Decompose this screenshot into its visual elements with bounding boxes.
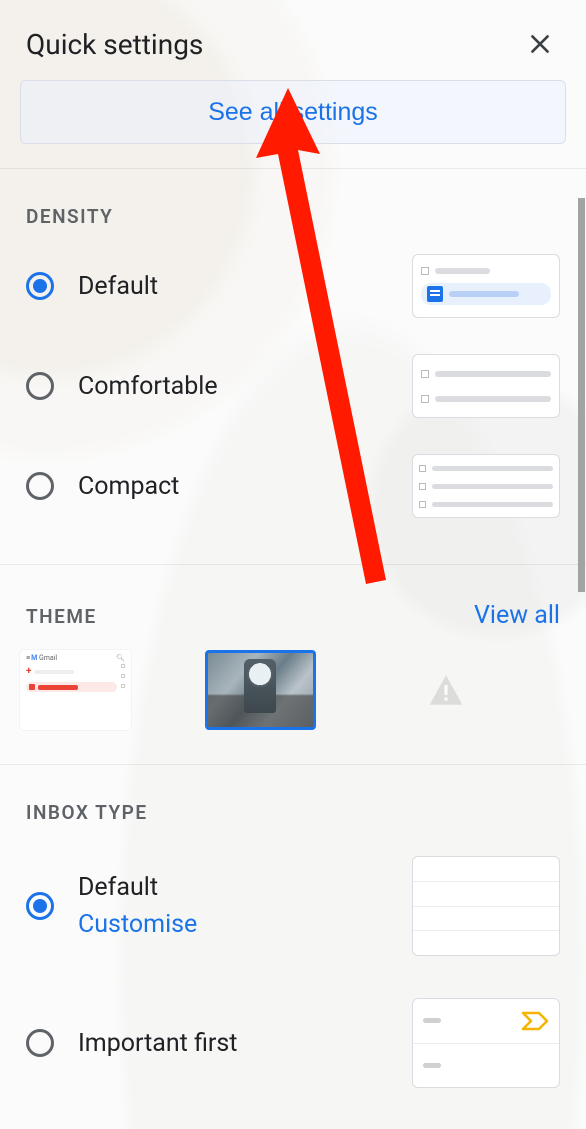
inbox-preview-important [412, 998, 560, 1088]
section-title-inbox-type: INBOX TYPE [26, 801, 148, 824]
theme-view-all-link[interactable]: View all [474, 601, 560, 630]
theme-option-placeholder[interactable] [390, 650, 501, 730]
radio-icon [26, 372, 54, 400]
alert-triangle-icon [426, 672, 466, 708]
search-icon: 🔍︎ [116, 654, 125, 662]
inbox-customise-link[interactable]: Customise [78, 910, 388, 939]
see-all-container: See all settings [0, 80, 586, 168]
scrollbar-thumb[interactable] [578, 198, 585, 592]
quick-settings-panel: Quick settings See all settings DENSITY … [0, 0, 586, 1129]
section-title-theme: THEME [26, 605, 97, 628]
panel-header: Quick settings [0, 0, 586, 80]
theme-option-current[interactable] [205, 650, 316, 730]
inbox-label: Important first [78, 1029, 388, 1058]
close-icon [527, 31, 553, 57]
section-density: DENSITY Default Comfortable Compact [0, 168, 586, 564]
theme-option-light[interactable]: ≡ M Gmail 🔍︎ + [20, 650, 131, 730]
density-option-compact[interactable]: Compact [0, 436, 586, 536]
radio-icon [26, 472, 54, 500]
density-option-comfortable[interactable]: Comfortable [0, 336, 586, 436]
radio-icon [26, 1029, 54, 1057]
inbox-option-important-first[interactable]: Important first [0, 980, 586, 1112]
density-preview-comfortable [412, 354, 560, 418]
radio-icon [26, 272, 54, 300]
inbox-preview-default [412, 856, 560, 956]
radio-icon [26, 892, 54, 920]
density-option-default[interactable]: Default [0, 236, 586, 336]
theme-thumbnails: ≡ M Gmail 🔍︎ + [0, 638, 586, 736]
section-inbox-type: INBOX TYPE Default Customise Important f… [0, 764, 586, 1112]
inbox-label: Default [78, 873, 388, 902]
close-button[interactable] [520, 24, 560, 64]
density-preview-default [412, 254, 560, 318]
panel-title: Quick settings [26, 28, 203, 61]
see-all-settings-button[interactable]: See all settings [20, 80, 566, 144]
inbox-option-default[interactable]: Default Customise [0, 832, 586, 980]
density-label: Comfortable [78, 372, 388, 401]
section-theme: THEME View all ≡ M Gmail 🔍︎ + [0, 564, 586, 764]
density-preview-compact [412, 454, 560, 518]
density-label: Compact [78, 472, 388, 501]
section-title-density: DENSITY [26, 205, 113, 228]
important-marker-icon [521, 1011, 549, 1031]
density-label: Default [78, 272, 388, 301]
